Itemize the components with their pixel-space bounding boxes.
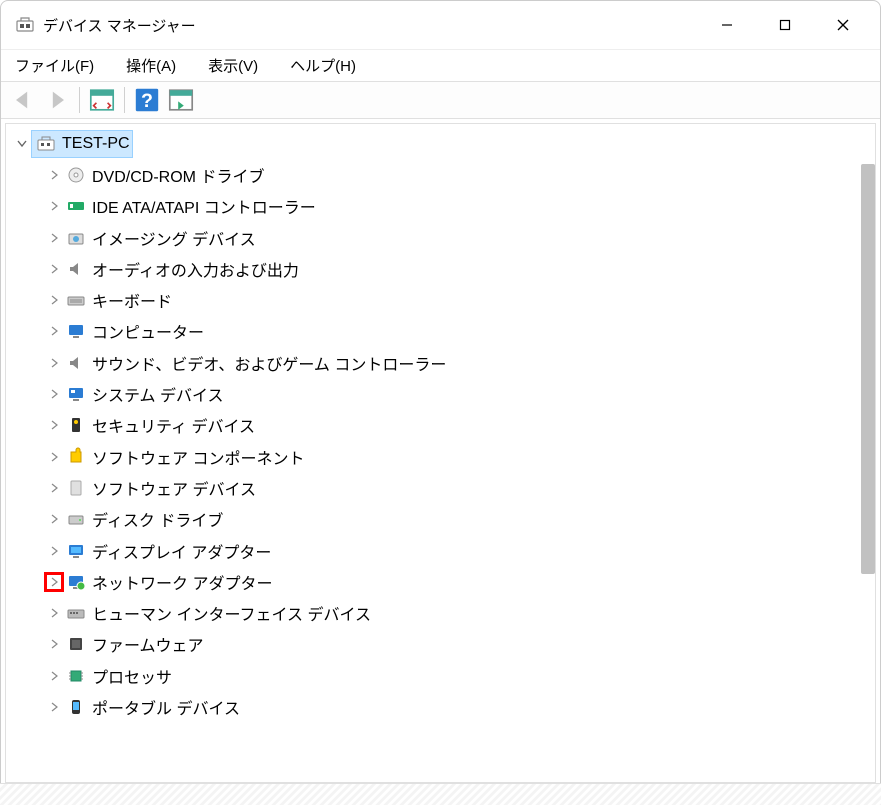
toolbar: ? xyxy=(1,81,880,119)
tree-item[interactable]: ポータブル デバイス xyxy=(6,691,875,722)
expander-icon[interactable] xyxy=(44,478,64,498)
device-tree-panel: TEST-PC DVD/CD-ROM ドライブ IDE ATA/ATAPI コントロ… xyxy=(5,123,876,783)
tree-item-label: オーディオの入力および出力 xyxy=(92,257,299,281)
back-button xyxy=(9,86,37,114)
menu-file[interactable]: ファイル(F) xyxy=(9,51,100,80)
device-category-icon xyxy=(66,603,86,623)
tree-item[interactable]: システム デバイス xyxy=(6,378,875,409)
expander-icon[interactable] xyxy=(44,697,64,717)
tree-item[interactable]: IDE ATA/ATAPI コントローラー xyxy=(6,191,875,222)
statusbar xyxy=(0,783,881,805)
device-category-icon xyxy=(66,384,86,404)
device-category-icon xyxy=(66,259,86,279)
tree-item-label: コンピューター xyxy=(92,319,204,343)
tree-item[interactable]: ディスプレイ アダプター xyxy=(6,535,875,566)
device-category-icon xyxy=(66,228,86,248)
expander-icon[interactable] xyxy=(44,165,64,185)
tree-item-label: セキュリティ デバイス xyxy=(92,413,255,437)
tree-item-label: ディスク ドライブ xyxy=(92,507,223,531)
tree-item[interactable]: ヒューマン インターフェイス デバイス xyxy=(6,597,875,628)
expander-icon[interactable] xyxy=(44,196,64,216)
expander-icon[interactable] xyxy=(44,321,64,341)
tree-item[interactable]: イメージング デバイス xyxy=(6,222,875,253)
tree-item[interactable]: セキュリティ デバイス xyxy=(6,410,875,441)
tree-item-label: ディスプレイ アダプター xyxy=(92,539,271,563)
properties-button[interactable] xyxy=(88,86,116,114)
expander-icon[interactable] xyxy=(44,634,64,654)
tree-root-label: TEST-PC xyxy=(62,135,130,153)
tree-item[interactable]: DVD/CD-ROM ドライブ xyxy=(6,159,875,190)
expander-icon[interactable] xyxy=(12,134,32,154)
window-controls xyxy=(698,5,872,45)
device-category-icon xyxy=(66,447,86,467)
tree-item-label: ネットワーク アダプター xyxy=(92,570,272,594)
device-category-icon xyxy=(66,666,86,686)
forward-button xyxy=(43,86,71,114)
menu-view[interactable]: 表示(V) xyxy=(202,51,264,80)
device-category-icon xyxy=(66,478,86,498)
tree-root[interactable]: TEST-PC xyxy=(6,128,875,159)
tree-item[interactable]: ソフトウェア デバイス xyxy=(6,472,875,503)
tree-item-label: ファームウェア xyxy=(92,632,204,656)
tree-item[interactable]: ソフトウェア コンポーネント xyxy=(6,441,875,472)
app-icon xyxy=(15,15,35,35)
expander-icon[interactable] xyxy=(44,447,64,467)
help-button[interactable]: ? xyxy=(133,86,161,114)
expander-icon[interactable] xyxy=(44,572,64,592)
tree-item-label: イメージング デバイス xyxy=(92,226,256,250)
device-category-icon xyxy=(66,196,86,216)
expander-icon[interactable] xyxy=(44,259,64,279)
tree-item-label: キーボード xyxy=(92,288,172,312)
expander-icon[interactable] xyxy=(44,509,64,529)
tree-item-label: IDE ATA/ATAPI コントローラー xyxy=(92,194,316,218)
menu-help[interactable]: ヘルプ(H) xyxy=(284,51,362,80)
device-category-icon xyxy=(66,634,86,654)
expander-icon[interactable] xyxy=(44,603,64,623)
device-category-icon xyxy=(66,541,86,561)
tree-item[interactable]: プロセッサ xyxy=(6,660,875,691)
maximize-button[interactable] xyxy=(756,5,814,45)
device-category-icon xyxy=(66,415,86,435)
device-tree[interactable]: TEST-PC DVD/CD-ROM ドライブ IDE ATA/ATAPI コントロ… xyxy=(6,124,875,782)
svg-text:?: ? xyxy=(141,90,153,112)
close-button[interactable] xyxy=(814,5,872,45)
device-category-icon xyxy=(66,697,86,717)
tree-item-label: プロセッサ xyxy=(92,664,172,688)
tree-item-label: DVD/CD-ROM ドライブ xyxy=(92,163,264,187)
expander-icon[interactable] xyxy=(44,384,64,404)
tree-item[interactable]: サウンド、ビデオ、およびゲーム コントローラー xyxy=(6,347,875,378)
tree-item-label: ヒューマン インターフェイス デバイス xyxy=(92,601,371,625)
expander-icon[interactable] xyxy=(44,415,64,435)
device-category-icon xyxy=(66,321,86,341)
tree-item[interactable]: ネットワーク アダプター xyxy=(6,566,875,597)
device-category-icon xyxy=(66,572,86,592)
menubar: ファイル(F) 操作(A) 表示(V) ヘルプ(H) xyxy=(1,49,880,81)
device-category-icon xyxy=(66,290,86,310)
scan-button[interactable] xyxy=(167,86,195,114)
tree-item[interactable]: キーボード xyxy=(6,284,875,315)
tree-item-label: サウンド、ビデオ、およびゲーム コントローラー xyxy=(92,351,446,375)
tree-item-label: システム デバイス xyxy=(92,382,224,406)
menu-action[interactable]: 操作(A) xyxy=(120,51,182,80)
device-category-icon xyxy=(66,353,86,373)
tree-item[interactable]: オーディオの入力および出力 xyxy=(6,253,875,284)
tree-item-label: ポータブル デバイス xyxy=(92,695,240,719)
window-title: デバイス マネージャー xyxy=(43,15,698,36)
titlebar: デバイス マネージャー xyxy=(1,1,880,49)
expander-icon[interactable] xyxy=(44,353,64,373)
expander-icon[interactable] xyxy=(44,666,64,686)
scrollbar-thumb[interactable] xyxy=(861,164,875,574)
tree-item[interactable]: ディスク ドライブ xyxy=(6,504,875,535)
tree-item-label: ソフトウェア デバイス xyxy=(92,476,256,500)
device-category-icon xyxy=(66,509,86,529)
computer-icon xyxy=(36,134,56,154)
tree-item[interactable]: コンピューター xyxy=(6,316,875,347)
expander-icon[interactable] xyxy=(44,290,64,310)
tree-item-label: ソフトウェア コンポーネント xyxy=(92,445,304,469)
expander-icon[interactable] xyxy=(44,541,64,561)
device-category-icon xyxy=(66,165,86,185)
minimize-button[interactable] xyxy=(698,5,756,45)
expander-icon[interactable] xyxy=(44,228,64,248)
tree-item[interactable]: ファームウェア xyxy=(6,629,875,660)
